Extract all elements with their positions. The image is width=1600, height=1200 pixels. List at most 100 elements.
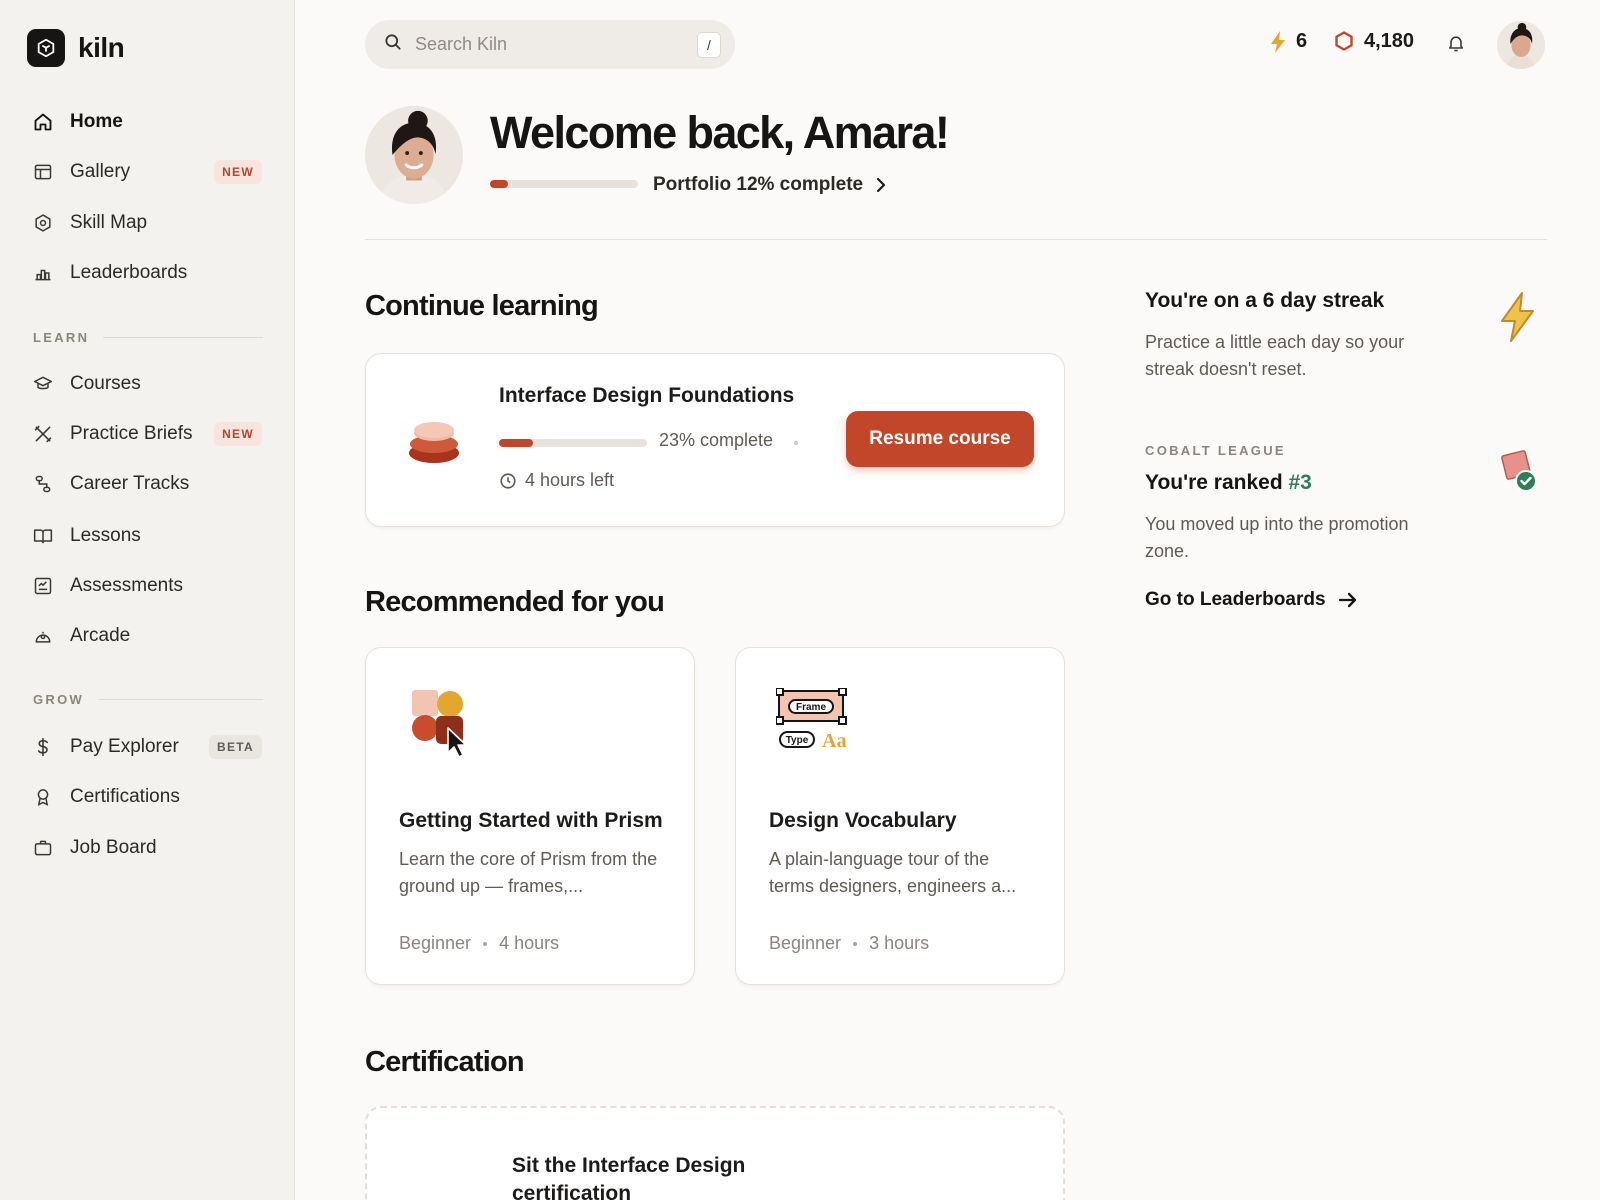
gallery-icon bbox=[32, 161, 54, 183]
continue-course-card[interactable]: Interface Design Foundations 23% complet… bbox=[365, 353, 1065, 527]
course-progress-bar bbox=[499, 439, 647, 447]
sidebar-item-label: Arcade bbox=[70, 625, 131, 646]
briefcase-icon bbox=[32, 837, 54, 859]
profile-photo bbox=[365, 106, 463, 204]
portfolio-progress-fill bbox=[490, 180, 508, 188]
bell-icon bbox=[1448, 36, 1464, 52]
rank-title: You're ranked #3 bbox=[1145, 471, 1312, 495]
course-meta: Beginner 3 hours bbox=[769, 933, 929, 954]
sidebar-item-gallery[interactable]: Gallery NEW bbox=[32, 154, 262, 190]
aa-label: Aa bbox=[822, 730, 846, 752]
streak-count: 6 bbox=[1296, 30, 1308, 52]
course-description: A plain-language tour of the terms desig… bbox=[769, 849, 1017, 896]
notifications-button[interactable] bbox=[1446, 32, 1466, 59]
gems-counter[interactable]: 4,180 bbox=[1334, 30, 1414, 53]
section-heading-label: GROW bbox=[33, 692, 85, 707]
design-vocabulary-icon: Frame Type Aa bbox=[776, 688, 847, 752]
separator-dot bbox=[794, 441, 798, 445]
course-progress-fill bbox=[499, 439, 534, 447]
sidebar-item-home[interactable]: Home bbox=[32, 104, 262, 140]
lightning-icon bbox=[1271, 30, 1285, 53]
sidebar-item-label: Assessments bbox=[70, 575, 183, 596]
sidebar-item-arcade[interactable]: Arcade bbox=[32, 618, 262, 654]
header-divider bbox=[365, 239, 1547, 240]
user-portrait-image bbox=[365, 106, 463, 204]
brand-name: kiln bbox=[78, 32, 125, 63]
brand[interactable]: kiln bbox=[27, 29, 125, 67]
skill-map-icon bbox=[32, 212, 54, 234]
resume-course-button[interactable]: Resume course bbox=[846, 411, 1034, 467]
league-text: You moved up into the promotion zone. bbox=[1145, 514, 1409, 561]
sidebar-item-label: Leaderboards bbox=[70, 262, 188, 283]
course-meta: Beginner 4 hours bbox=[399, 933, 559, 954]
portfolio-progress-bar bbox=[490, 180, 638, 188]
sidebar-item-label: Certifications bbox=[70, 786, 180, 807]
avatar[interactable] bbox=[1497, 21, 1545, 69]
section-title-continue: Continue learning bbox=[365, 290, 599, 322]
practice-icon bbox=[32, 423, 54, 445]
go-to-leaderboards-link[interactable]: Go to Leaderboards bbox=[1145, 589, 1358, 611]
search-shortcut-key: / bbox=[697, 31, 721, 58]
home-icon bbox=[32, 111, 54, 133]
sidebar-item-label: Skill Map bbox=[70, 212, 148, 233]
dollar-icon bbox=[32, 736, 54, 758]
sidebar-item-career-tracks[interactable]: Career Tracks bbox=[32, 466, 262, 502]
certification-title: Sit the Interface Design certification bbox=[512, 1154, 746, 1200]
league-name: COBALT LEAGUE bbox=[1145, 443, 1286, 458]
recommended-course-card[interactable]: Getting Started with Prism Learn the cor… bbox=[365, 647, 695, 985]
sidebar-item-courses[interactable]: Courses bbox=[32, 366, 262, 402]
sidebar-item-label: Courses bbox=[70, 373, 141, 394]
time-left: 4 hours left bbox=[499, 470, 614, 491]
sidebar-item-job-board[interactable]: Job Board bbox=[32, 830, 262, 866]
streak-text: Practice a little each day so your strea… bbox=[1145, 332, 1405, 379]
sidebar-item-label: Career Tracks bbox=[70, 473, 190, 494]
sidebar-item-skill-map[interactable]: Skill Map bbox=[32, 205, 262, 241]
sidebar-item-label: Gallery bbox=[70, 161, 131, 182]
course-title: Getting Started with Prism bbox=[399, 809, 663, 832]
sidebar-item-label: Pay Explorer bbox=[70, 736, 179, 757]
section-heading-label: LEARN bbox=[33, 330, 90, 345]
streak-title: You're on a 6 day streak bbox=[1145, 289, 1385, 312]
portfolio-progress-link[interactable]: Portfolio 12% complete bbox=[653, 174, 887, 196]
sidebar-item-label: Practice Briefs bbox=[70, 423, 193, 444]
new-badge: NEW bbox=[214, 160, 262, 184]
sidebar-item-label: Home bbox=[70, 111, 123, 132]
new-badge: NEW bbox=[214, 422, 262, 446]
sidebar-item-assessments[interactable]: Assessments bbox=[32, 568, 262, 604]
streak-counter[interactable]: 6 bbox=[1270, 30, 1307, 53]
portfolio-progress-label: Portfolio 12% complete bbox=[653, 174, 864, 195]
divider bbox=[98, 699, 263, 700]
separator-dot bbox=[483, 941, 488, 946]
gems-count: 4,180 bbox=[1364, 30, 1415, 52]
certification-card[interactable]: Sit the Interface Design certification bbox=[365, 1106, 1065, 1200]
lightning-icon bbox=[1501, 292, 1534, 342]
course-duration: 3 hours bbox=[869, 933, 930, 953]
recommended-course-card[interactable]: Frame Type Aa Design Vocabulary A plain-… bbox=[735, 647, 1065, 985]
league-badge-icon bbox=[1501, 450, 1537, 492]
separator-dot bbox=[853, 941, 858, 946]
sidebar-item-label: Lessons bbox=[70, 525, 141, 546]
sidebar-item-leaderboards[interactable]: Leaderboards bbox=[32, 255, 262, 291]
hexagon-gem-icon bbox=[1335, 30, 1353, 51]
search-icon bbox=[383, 32, 403, 57]
book-icon bbox=[32, 525, 54, 547]
sidebar-item-practice-briefs[interactable]: Practice Briefs NEW bbox=[32, 416, 262, 452]
sidebar-item-lessons[interactable]: Lessons bbox=[32, 518, 262, 554]
sidebar: kiln Home Gallery NEW Skill Map Leaderbo… bbox=[0, 0, 295, 1200]
section-title-recommended: Recommended for you bbox=[365, 586, 665, 618]
award-icon bbox=[32, 786, 54, 808]
course-stack-icon bbox=[409, 422, 459, 463]
rank-title-text: You're ranked bbox=[1145, 471, 1289, 494]
career-tracks-icon bbox=[32, 473, 54, 495]
sidebar-item-pay-explorer[interactable]: Pay Explorer BETA bbox=[32, 729, 262, 765]
sidebar-item-certifications[interactable]: Certifications bbox=[32, 779, 262, 815]
frame-label: Frame bbox=[796, 702, 826, 713]
type-label: Type bbox=[786, 735, 809, 746]
arcade-icon bbox=[32, 625, 54, 647]
search-bar[interactable]: / bbox=[365, 20, 735, 69]
beta-badge: BETA bbox=[209, 735, 262, 759]
search-input[interactable] bbox=[415, 34, 697, 55]
arrow-right-icon bbox=[1338, 592, 1356, 608]
course-title: Interface Design Foundations bbox=[499, 384, 795, 407]
time-left-label: 4 hours left bbox=[525, 470, 615, 490]
